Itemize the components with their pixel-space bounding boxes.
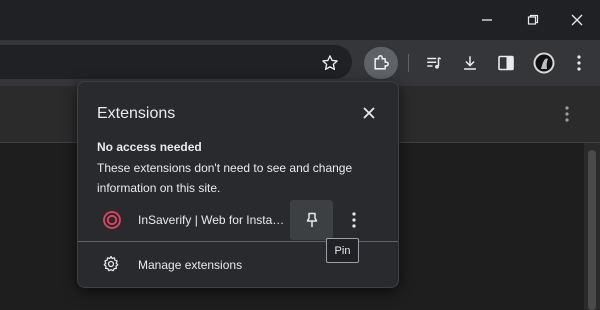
manage-extensions-label: Manage extensions [138, 258, 243, 272]
restore-icon [527, 14, 539, 25]
browser-toolbar [0, 40, 600, 86]
profile-avatar[interactable] [533, 52, 555, 74]
gear-icon [102, 255, 120, 273]
chrome-menu-button[interactable] [570, 53, 588, 73]
reading-list-icon [427, 57, 442, 69]
minimize-icon [482, 19, 492, 21]
side-panel-icon [498, 55, 514, 71]
pin-icon [306, 212, 317, 227]
scrollbar-thumb[interactable] [588, 150, 596, 310]
pin-button[interactable] [290, 200, 333, 240]
extension-more-button[interactable] [342, 208, 366, 232]
extensions-button[interactable] [364, 47, 398, 79]
title-bar [0, 0, 600, 40]
close-icon [571, 14, 583, 26]
kebab-menu-icon [352, 212, 356, 228]
bookmark-star-button[interactable] [320, 53, 340, 73]
side-panel-button[interactable] [496, 53, 516, 73]
reading-list-button[interactable] [424, 53, 444, 73]
kebab-menu-icon [577, 55, 581, 71]
toolbar-separator [408, 54, 409, 72]
section-description: These extensions don't need to see and c… [97, 161, 353, 195]
extension-row[interactable]: InSaverify | Web for Instagram [78, 200, 398, 240]
address-bar[interactable] [0, 45, 352, 79]
popup-close-button[interactable] [356, 100, 382, 126]
downloads-button[interactable] [460, 53, 480, 73]
popup-title: Extensions [97, 105, 176, 122]
kebab-menu-icon [565, 106, 569, 122]
close-icon [363, 107, 375, 119]
minimize-button[interactable] [464, 0, 510, 40]
page-menu-button[interactable] [560, 104, 574, 124]
avatar-icon [533, 52, 555, 74]
close-window-button[interactable] [554, 0, 600, 40]
pin-tooltip: Pin [326, 238, 359, 263]
section-heading: No access needed [97, 140, 202, 154]
insaverify-logo-icon [102, 210, 122, 230]
download-icon [464, 56, 476, 70]
star-icon [322, 55, 338, 71]
extension-name: InSaverify | Web for Instagram [138, 213, 290, 227]
extensions-puzzle-icon [374, 54, 390, 70]
restore-button[interactable] [510, 0, 556, 40]
